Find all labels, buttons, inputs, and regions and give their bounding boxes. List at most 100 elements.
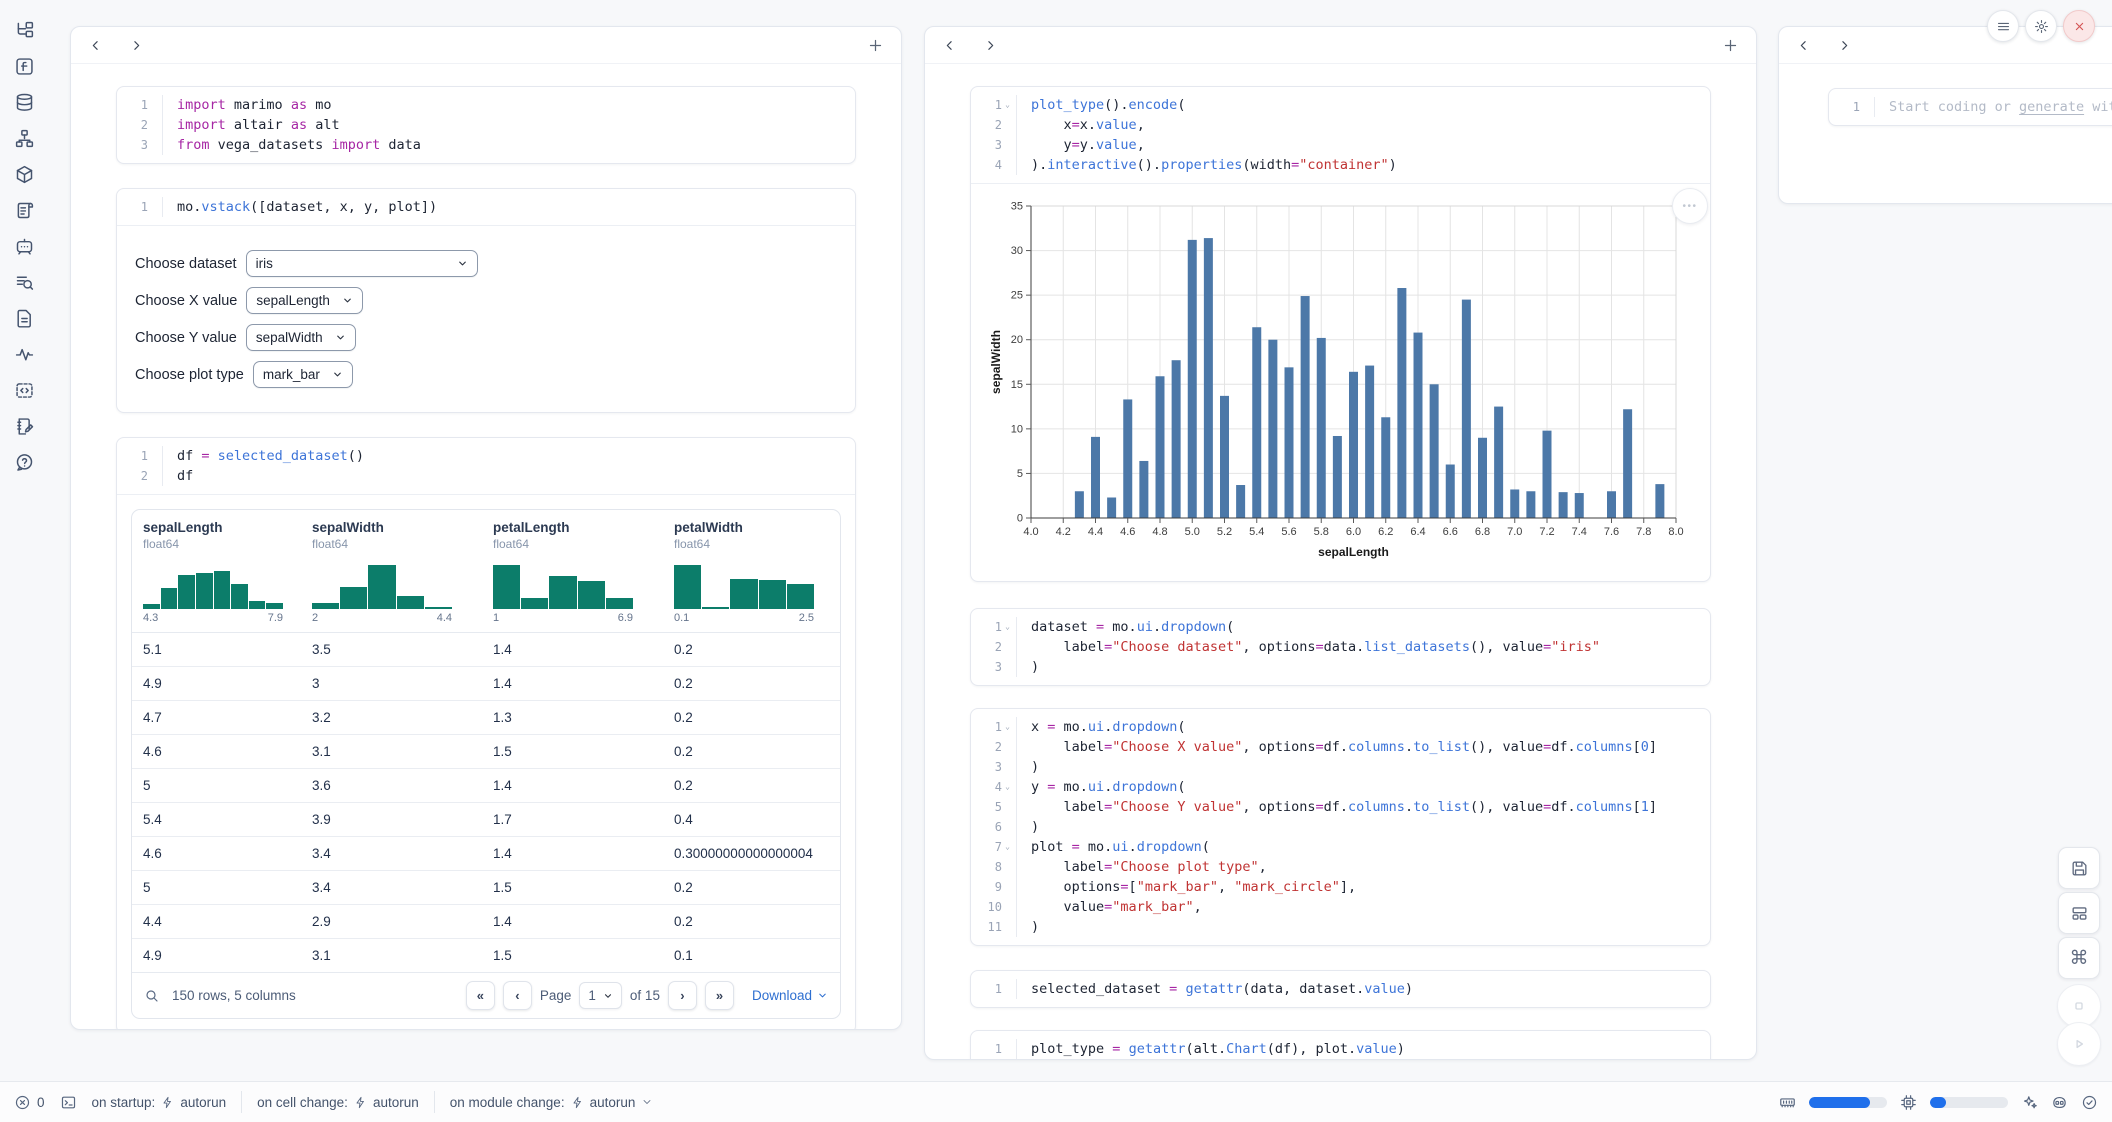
code-editor[interactable]: 1⌄plot_type().encode(2 x=x.value,3 y=y.v…	[971, 87, 1710, 183]
command-palette-button[interactable]: ⌘	[2058, 937, 2100, 979]
dependency-graph-icon[interactable]	[14, 128, 35, 149]
line-number: 2	[117, 466, 163, 486]
code-editor[interactable]: 1df = selected_dataset()2df	[117, 438, 855, 494]
svg-text:5.0: 5.0	[1185, 526, 1200, 538]
code-cell-vstack: 1mo.vstack([dataset, x, y, plot]) Choose…	[116, 188, 856, 413]
fold-chevron-icon[interactable]: ⌄	[1002, 95, 1013, 115]
copilot-button[interactable]	[2051, 1094, 2068, 1111]
runtime-config-3[interactable]: on module change:autorun	[450, 1095, 654, 1110]
chevron-right-icon[interactable]	[1838, 39, 1851, 52]
circle-x-icon	[14, 1094, 31, 1111]
code-editor[interactable]: 1plot_type = getattr(alt.Chart(df), plot…	[971, 1031, 1710, 1060]
generate-link[interactable]: generate	[2019, 99, 2084, 115]
next-page-button[interactable]: ›	[668, 981, 697, 1010]
tracing-icon[interactable]	[14, 344, 35, 365]
chevron-left-icon[interactable]	[943, 39, 956, 52]
runtime-config-2[interactable]: on cell change:autorun	[257, 1095, 419, 1110]
snippets-icon[interactable]	[14, 380, 35, 401]
page-label: Page	[540, 988, 572, 1003]
chevron-left-icon[interactable]	[1797, 39, 1810, 52]
choose-y-value-dropdown[interactable]: sepalWidth	[246, 324, 356, 351]
column-header-petalLength[interactable]: petalLengthfloat6416.9	[482, 520, 663, 624]
status-bar: 0 on startup:autorun on cell change:autor…	[0, 1081, 2112, 1122]
bar-chart[interactable]: 4.04.24.44.64.85.05.25.45.65.86.06.26.46…	[987, 196, 1694, 569]
database-icon[interactable]	[14, 92, 35, 113]
save-button[interactable]	[2058, 847, 2100, 889]
svg-text:5.6: 5.6	[1281, 526, 1296, 538]
svg-text:4.8: 4.8	[1152, 526, 1167, 538]
page-select[interactable]: 1	[579, 982, 622, 1009]
errors-indicator[interactable]: 0	[14, 1094, 45, 1111]
last-page-button[interactable]: »	[705, 981, 734, 1010]
download-button[interactable]: Download	[752, 988, 828, 1003]
code-line: 1selected_dataset = getattr(data, datase…	[971, 979, 1710, 999]
table-row: 4.42.91.40.2setosa	[132, 904, 840, 938]
add-cell-button[interactable]	[1723, 38, 1738, 53]
scratchpad-icon[interactable]	[14, 200, 35, 221]
run-button[interactable]	[2057, 1022, 2101, 1066]
code-line: 1plot_type = getattr(alt.Chart(df), plot…	[971, 1039, 1710, 1059]
code-editor[interactable]: 1⌄x = mo.ui.dropdown(2 label="Choose X v…	[971, 709, 1710, 945]
first-page-button[interactable]: «	[466, 981, 495, 1010]
chevron-right-icon[interactable]	[130, 39, 143, 52]
column-histogram	[493, 563, 633, 609]
column-histogram	[143, 563, 283, 609]
function-icon[interactable]	[14, 56, 35, 77]
svg-text:6.4: 6.4	[1410, 526, 1425, 538]
code-line: 1 Start coding or generate with	[1829, 97, 2112, 117]
dataframe-table: sepalLengthfloat644.37.9sepalWidthfloat6…	[131, 509, 841, 1019]
line-number: 2	[971, 637, 1017, 657]
line-number: 2	[971, 737, 1017, 757]
fold-chevron-icon[interactable]: ⌄	[1002, 717, 1013, 737]
svg-text:6.6: 6.6	[1443, 526, 1458, 538]
choose-plot-type-dropdown[interactable]: mark_bar	[253, 361, 353, 388]
chat-icon[interactable]	[14, 236, 35, 257]
code-editor[interactable]: 1⌄dataset = mo.ui.dropdown(2 label="Choo…	[971, 609, 1710, 685]
prev-page-button[interactable]: ‹	[503, 981, 532, 1010]
fold-chevron-icon[interactable]: ⌄	[1002, 837, 1013, 857]
ai-assistant-button[interactable]	[2021, 1094, 2038, 1111]
control-row: Choose X valuesepalLength	[135, 287, 837, 314]
search-icon[interactable]	[144, 988, 160, 1004]
documentation-icon[interactable]	[14, 308, 35, 329]
code-editor[interactable]: 1mo.vstack([dataset, x, y, plot])	[117, 189, 855, 225]
terminal-button[interactable]	[60, 1094, 77, 1111]
table-row: 4.93.11.50.1setosa	[132, 938, 840, 972]
notebook-icon[interactable]	[14, 416, 35, 437]
svg-text:7.0: 7.0	[1507, 526, 1522, 538]
fold-chevron-icon[interactable]: ⌄	[1002, 777, 1013, 797]
choose-dataset-dropdown[interactable]: iris	[246, 250, 478, 277]
add-cell-button[interactable]	[868, 38, 883, 53]
runtime-config-1[interactable]: on startup:autorun	[92, 1095, 227, 1110]
fold-chevron-icon[interactable]: ⌄	[1002, 617, 1013, 637]
column-header-sepalLength[interactable]: sepalLengthfloat644.37.9	[132, 520, 301, 624]
code-line: 1import marimo as mo	[117, 95, 855, 115]
column-header-sepalWidth[interactable]: sepalWidthfloat6424.4	[301, 520, 482, 624]
chevron-right-icon[interactable]	[984, 39, 997, 52]
chart-menu-button[interactable]: •••	[1672, 188, 1708, 224]
code-editor[interactable]: 1import marimo as mo2import altair as al…	[117, 87, 855, 163]
bolt-icon	[571, 1096, 584, 1109]
file-tree-icon[interactable]	[14, 20, 35, 41]
menu-button[interactable]	[1987, 10, 2019, 42]
code-editor[interactable]: 1selected_dataset = getattr(data, datase…	[971, 971, 1710, 1007]
connection-status-button[interactable]	[2081, 1094, 2098, 1111]
chevron-left-icon[interactable]	[89, 39, 102, 52]
code-line: 7⌄plot = mo.ui.dropdown(	[971, 837, 1710, 857]
hamburger-icon	[1996, 19, 2011, 34]
svg-text:6.0: 6.0	[1346, 526, 1361, 538]
choose-x-value-dropdown[interactable]: sepalLength	[246, 287, 363, 314]
line-number: 1	[117, 446, 163, 466]
code-editor[interactable]: 1 Start coding or generate with	[1829, 89, 2112, 125]
column-header-petalWidth[interactable]: petalWidthfloat640.12.5	[663, 520, 841, 624]
code-line: 1⌄dataset = mo.ui.dropdown(	[971, 617, 1710, 637]
logs-icon[interactable]	[14, 272, 35, 293]
package-icon[interactable]	[14, 164, 35, 185]
separator	[241, 1091, 242, 1113]
layout-button[interactable]	[2058, 892, 2100, 934]
shutdown-button[interactable]	[2063, 10, 2095, 42]
notebook-column-left: 1import marimo as mo2import altair as al…	[70, 26, 902, 1030]
help-icon[interactable]	[14, 452, 35, 473]
settings-button[interactable]	[2025, 10, 2057, 42]
code-cell-imports: 1import marimo as mo2import altair as al…	[116, 86, 856, 164]
